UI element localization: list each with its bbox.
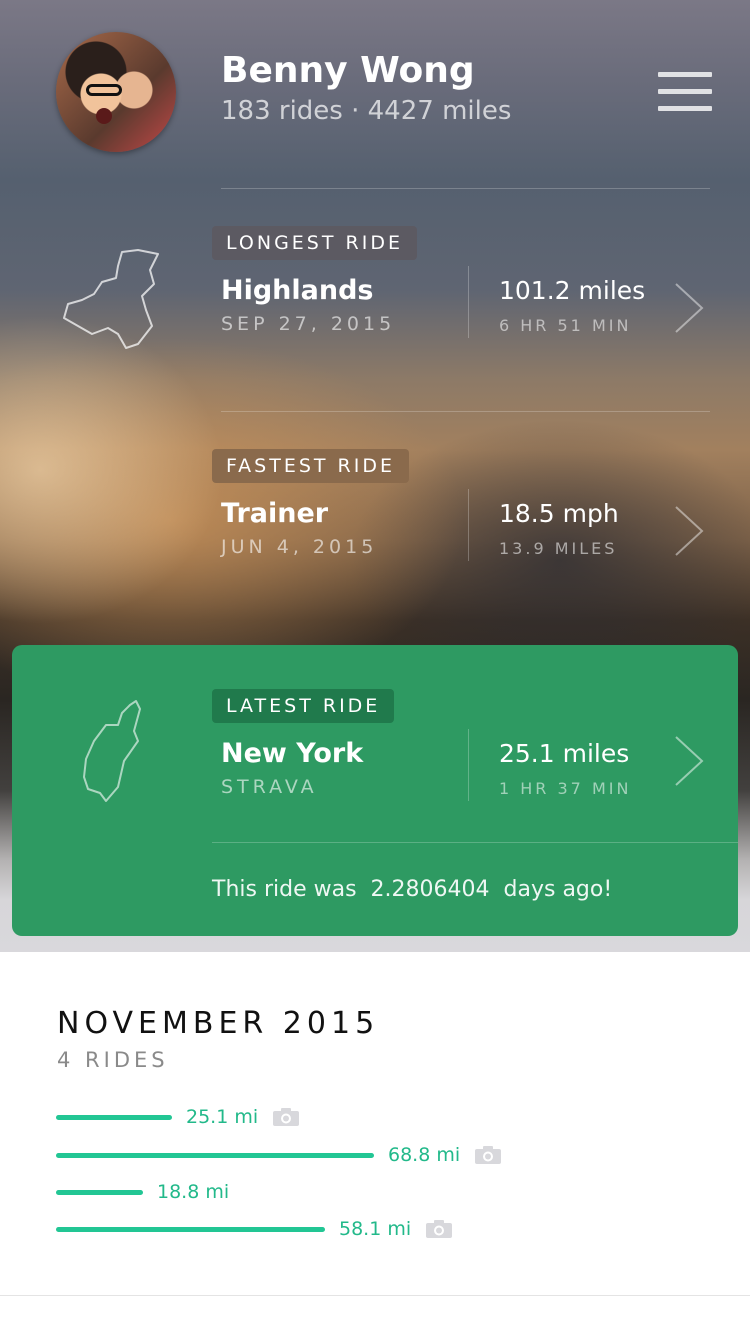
card-divider xyxy=(212,842,738,843)
ride-ago-prefix: This ride was xyxy=(212,877,357,902)
hamburger-menu-icon[interactable] xyxy=(658,72,712,114)
month-ride-row[interactable]: 18.8 mi xyxy=(56,1177,229,1207)
user-name: Benny Wong xyxy=(221,50,475,91)
longest-ride-badge: LONGEST RIDE xyxy=(212,226,417,260)
ride-distance-bar xyxy=(56,1152,374,1158)
fastest-ride-speed: 18.5 mph xyxy=(499,499,619,528)
camera-icon[interactable] xyxy=(272,1107,300,1127)
latest-ride-distance: 25.1 miles xyxy=(499,739,630,768)
bottom-divider xyxy=(0,1295,750,1296)
latest-ride-separator xyxy=(468,729,469,801)
ride-distance-bar xyxy=(56,1114,172,1120)
latest-ride-badge: LATEST RIDE xyxy=(212,689,395,723)
longest-ride-duration: 6 HR 51 MIN xyxy=(499,316,632,335)
fastest-ride-badge: FASTEST RIDE xyxy=(212,449,409,483)
fastest-ride-separator xyxy=(468,489,469,561)
ride-distance-label: 25.1 mi xyxy=(186,1106,259,1128)
longest-ride-title[interactable]: Highlands xyxy=(221,275,374,306)
header-divider xyxy=(221,188,710,189)
month-ride-count: 4 RIDES xyxy=(57,1048,169,1072)
longest-ride-separator xyxy=(468,266,469,338)
latest-ride-title[interactable]: New York xyxy=(221,738,363,769)
ride-distance-bar xyxy=(56,1189,143,1195)
camera-icon[interactable] xyxy=(425,1219,453,1239)
avatar[interactable] xyxy=(56,32,176,152)
month-ride-row[interactable]: 25.1 mi xyxy=(56,1102,300,1132)
route-map-new-york-icon xyxy=(83,700,141,802)
section-divider xyxy=(221,411,710,412)
ride-distance-label: 18.8 mi xyxy=(157,1181,230,1203)
longest-ride-date: SEP 27, 2015 xyxy=(221,313,396,335)
ride-ago-text: This ride was 2.2806404 days ago! xyxy=(212,877,612,902)
route-map-highlands-icon xyxy=(63,249,159,349)
fastest-ride-title[interactable]: Trainer xyxy=(221,498,328,529)
month-ride-row[interactable]: 58.1 mi xyxy=(56,1214,453,1244)
ride-distance-bar xyxy=(56,1226,325,1232)
camera-icon[interactable] xyxy=(474,1145,502,1165)
fastest-ride-distance: 13.9 MILES xyxy=(499,539,618,558)
ride-ago-suffix: days ago! xyxy=(503,877,613,902)
ride-ago-value: 2.2806404 xyxy=(370,877,490,902)
avatar-mouth xyxy=(96,108,112,124)
user-stats: 183 rides · 4427 miles xyxy=(221,96,512,126)
month-title: NOVEMBER 2015 xyxy=(57,1006,380,1041)
longest-ride-chevron-right-icon[interactable] xyxy=(672,280,706,336)
latest-ride-card[interactable]: LATEST RIDE New York STRAVA 25.1 miles 1… xyxy=(12,645,738,936)
longest-ride-distance: 101.2 miles xyxy=(499,276,646,305)
latest-ride-chevron-right-icon[interactable] xyxy=(672,733,706,789)
fastest-ride-chevron-right-icon[interactable] xyxy=(672,503,706,559)
ride-distance-label: 58.1 mi xyxy=(339,1218,412,1240)
ride-distance-label: 68.8 mi xyxy=(388,1144,461,1166)
latest-ride-source: STRAVA xyxy=(221,776,318,798)
latest-ride-duration: 1 HR 37 MIN xyxy=(499,779,632,798)
month-ride-row[interactable]: 68.8 mi xyxy=(56,1140,502,1170)
avatar-glasses xyxy=(86,84,122,96)
fastest-ride-date: JUN 4, 2015 xyxy=(221,536,378,558)
